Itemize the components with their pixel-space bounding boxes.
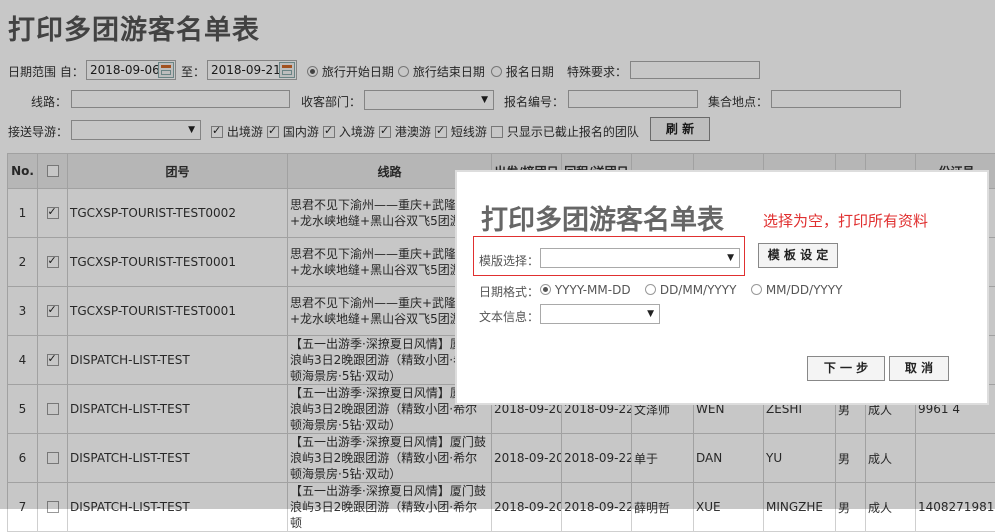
dialog-title: 打印多团游客名单表 <box>481 198 724 237</box>
fmt1-label: YYYY-MM-DD <box>555 283 631 297</box>
dialog-hint: 选择为空，打印所有资料 <box>763 210 928 231</box>
radio-icon[interactable] <box>645 284 656 295</box>
fmt2-label: DD/MM/YYYY <box>660 283 737 297</box>
date-format-label: 日期格式： <box>479 283 539 300</box>
fmt-yyyy-mm-dd[interactable]: YYYY-MM-DD <box>540 283 631 297</box>
print-dialog: 打印多团游客名单表 选择为空，打印所有资料 模版选择： ▼ 模 板 设 定 日期… <box>455 170 989 405</box>
radio-icon[interactable] <box>751 284 762 295</box>
text-info-label: 文本信息： <box>479 308 539 325</box>
dropdown-arrow-icon: ▼ <box>647 309 654 319</box>
text-info-select[interactable]: ▼ <box>540 304 660 324</box>
next-button[interactable]: 下 一 步 <box>807 356 885 381</box>
fmt-mm-dd-yyyy[interactable]: MM/DD/YYYY <box>751 283 842 297</box>
template-settings-button[interactable]: 模 板 设 定 <box>758 243 838 268</box>
fmt-dd-mm-yyyy[interactable]: DD/MM/YYYY <box>645 283 736 297</box>
fmt3-label: MM/DD/YYYY <box>766 283 843 297</box>
template-select[interactable]: ▼ <box>540 248 740 268</box>
cancel-button[interactable]: 取 消 <box>889 356 949 381</box>
template-label: 模版选择： <box>479 252 539 269</box>
radio-icon[interactable] <box>540 284 551 295</box>
dropdown-arrow-icon: ▼ <box>727 253 734 263</box>
